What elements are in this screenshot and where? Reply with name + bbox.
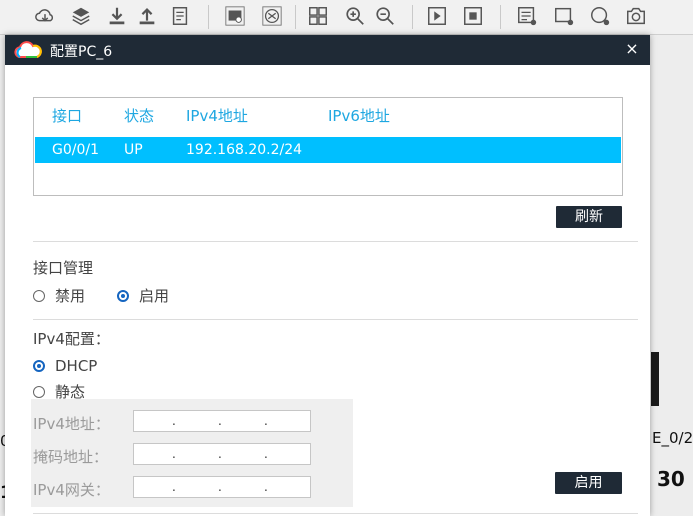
pc-config-dialog: 配置PC_6 × 接口 状态 IPv4地址 IPv6地址 G0/0/1 UP 1… xyxy=(5,35,650,516)
subnet-mask-input[interactable]: ... xyxy=(133,443,311,465)
radio-enable[interactable]: 启用 xyxy=(117,285,169,306)
table-header-status: 状态 xyxy=(124,107,155,125)
radio-disable[interactable]: 禁用 xyxy=(33,285,85,306)
radio-static-circle[interactable] xyxy=(33,385,45,398)
toolbar-separator xyxy=(295,5,296,29)
radio-dhcp[interactable]: DHCP xyxy=(33,357,97,375)
device-node-edge[interactable] xyxy=(651,352,659,406)
add-ellipse-icon[interactable] xyxy=(587,3,613,29)
add-text-icon[interactable] xyxy=(514,3,540,29)
cell-ipv4: 192.168.20.2/24 xyxy=(186,142,303,158)
radio-dhcp-circle[interactable] xyxy=(33,360,45,372)
add-rect-icon[interactable] xyxy=(551,3,577,29)
canvas-number-label: 30 xyxy=(657,467,685,491)
apply-button[interactable]: 启用 xyxy=(555,472,622,494)
dialog-titlebar[interactable]: 配置PC_6 × xyxy=(5,35,650,65)
radio-disable-label: 禁用 xyxy=(55,287,86,305)
stop-icon[interactable] xyxy=(460,3,486,29)
ipv4-config-label: IPv4配置： xyxy=(33,330,110,348)
radio-enable-circle[interactable] xyxy=(117,289,129,302)
radio-disable-circle[interactable] xyxy=(33,289,45,302)
radio-dhcp-label: DHCP xyxy=(55,357,98,375)
cloud-download-icon[interactable] xyxy=(32,3,58,29)
table-row[interactable]: G0/0/1 UP 192.168.20.2/24 xyxy=(35,137,621,163)
close-button[interactable]: × xyxy=(622,39,642,59)
download-icon[interactable] xyxy=(104,3,130,29)
zoom-out-icon[interactable] xyxy=(372,3,398,29)
topology-icon[interactable] xyxy=(259,3,285,29)
grid-icon[interactable] xyxy=(305,3,331,29)
ipv4-gateway-input[interactable]: ... xyxy=(133,476,311,498)
cell-interface: G0/0/1 xyxy=(52,142,100,158)
layers-icon[interactable] xyxy=(68,3,94,29)
table-header-ipv6: IPv6地址 xyxy=(328,107,390,125)
subnet-mask-label: 掩码地址： xyxy=(33,448,109,466)
ipv4-address-label: IPv4地址： xyxy=(33,415,110,433)
cell-status: UP xyxy=(124,142,143,158)
divider xyxy=(33,241,638,242)
divider xyxy=(33,513,638,514)
zoom-in-icon[interactable] xyxy=(342,3,368,29)
dialog-title: 配置PC_6 xyxy=(50,44,113,60)
upload-icon[interactable] xyxy=(134,3,160,29)
screenshot-icon[interactable] xyxy=(222,3,248,29)
static-ip-panel: IPv4地址： ... 掩码地址： ... IPv4网关： ... xyxy=(31,399,353,507)
toolbar-separator xyxy=(500,5,501,29)
camera-icon[interactable] xyxy=(623,3,649,29)
divider xyxy=(33,319,638,320)
ipv4-gateway-label: IPv4网关： xyxy=(33,481,110,499)
radio-enable-label: 启用 xyxy=(139,287,170,305)
toolbar-separator xyxy=(412,5,413,29)
main-toolbar xyxy=(0,0,693,35)
table-header-interface: 接口 xyxy=(52,107,83,125)
table-header-ipv4: IPv4地址 xyxy=(186,107,248,125)
play-icon[interactable] xyxy=(424,3,450,29)
document-icon[interactable] xyxy=(167,3,193,29)
interface-table: 接口 状态 IPv4地址 IPv6地址 G0/0/1 UP 192.168.20… xyxy=(33,97,623,196)
ipv4-address-input[interactable]: ... xyxy=(133,410,311,432)
iface-mgmt-label: 接口管理 xyxy=(33,259,94,277)
refresh-button[interactable]: 刷新 xyxy=(556,206,622,228)
canvas-port-label: E_0/2 xyxy=(652,429,693,447)
cloud-logo-icon xyxy=(14,41,42,58)
toolbar-separator xyxy=(208,5,209,29)
